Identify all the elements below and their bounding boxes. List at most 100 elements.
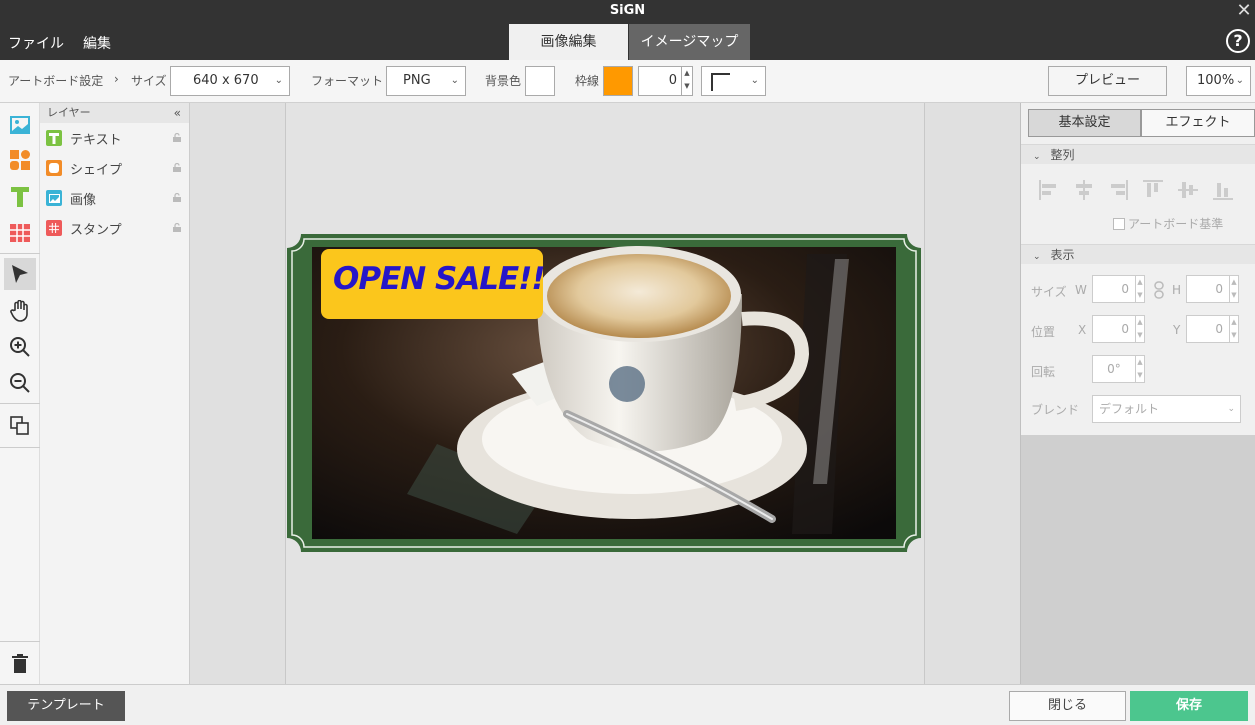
zoom-out-icon <box>10 373 30 393</box>
close-button[interactable]: 閉じる <box>1009 691 1126 721</box>
select-tool[interactable] <box>4 258 36 290</box>
width-input[interactable]: 0 <box>1092 275 1136 303</box>
align-right-icon[interactable] <box>1107 179 1129 201</box>
layer-label: 画像 <box>70 192 97 208</box>
chevron-down-icon: ⌄ <box>450 75 459 86</box>
tab-effects[interactable]: エフェクト <box>1141 109 1255 137</box>
rotate-spinner[interactable]: ▲ ▼ <box>1135 355 1145 383</box>
layers-title: レイヤー <box>47 106 91 119</box>
trash-icon <box>12 654 28 673</box>
height-spinner[interactable]: ▲ ▼ <box>1229 275 1239 303</box>
close-window-icon[interactable]: ✕ <box>1235 0 1253 22</box>
corner-style-icon <box>711 73 730 91</box>
lock-icon[interactable] <box>173 193 181 202</box>
tab-image-map[interactable]: イメージマップ <box>629 24 750 60</box>
layer-item-image[interactable]: 画像 <box>40 183 189 213</box>
x-input[interactable]: 0 <box>1092 315 1136 343</box>
size-value: 640 x 670 <box>193 73 259 88</box>
zoom-value: 100% <box>1197 73 1235 88</box>
x-spinner[interactable]: ▲ ▼ <box>1135 315 1145 343</box>
text-layer-icon <box>46 130 62 146</box>
layer-item-shape[interactable]: シェイプ <box>40 153 189 183</box>
x-label: X <box>1078 323 1087 337</box>
shape-tool[interactable] <box>4 144 36 176</box>
menu-file[interactable]: ファイル <box>8 33 64 53</box>
bg-color-swatch[interactable] <box>525 66 555 96</box>
properties-content: 基本設定 エフェクト ⌄ 整列 アートボード基準 ⌄ 表示 サイズ W 0 ▲ ▼ H… <box>1021 103 1255 435</box>
menu-bar: ファイル 編集 画像編集 イメージマップ ? <box>0 24 1255 60</box>
arrange-icon <box>10 416 29 435</box>
align-left-icon[interactable] <box>1038 179 1060 201</box>
blend-select[interactable]: デフォルト ⌄ <box>1092 395 1241 423</box>
chevron-down-icon: ⌄ <box>1235 75 1244 86</box>
chevron-down-icon: ⌄ <box>750 75 759 86</box>
canvas-area[interactable]: OPEN SALE!! <box>190 103 1020 684</box>
menu-edit[interactable]: 編集 <box>83 33 111 53</box>
help-icon[interactable]: ? <box>1226 29 1250 53</box>
format-select[interactable]: PNG ⌄ <box>386 66 466 96</box>
divider <box>0 641 40 642</box>
tab-image-edit[interactable]: 画像編集 <box>509 24 628 60</box>
lock-icon[interactable] <box>173 163 181 172</box>
lock-icon[interactable] <box>173 223 181 232</box>
border-width-input[interactable]: 0 <box>638 66 682 96</box>
chevron-down-icon: ⌄ <box>1033 152 1041 162</box>
banner-text[interactable]: OPEN SALE!! <box>333 261 546 297</box>
layer-item-text[interactable]: テキスト <box>40 123 189 153</box>
size-select[interactable]: 640 x 670 ⌄ <box>170 66 290 96</box>
stamp-tool[interactable] <box>4 217 36 249</box>
shape-tool-icon <box>10 150 30 170</box>
text-tool[interactable] <box>4 181 36 213</box>
y-spinner[interactable]: ▲ ▼ <box>1229 315 1239 343</box>
lock-icon[interactable] <box>173 133 181 142</box>
checkbox-box <box>1113 218 1125 230</box>
artboard-basis-checkbox[interactable]: アートボード基準 <box>1113 215 1223 232</box>
layers-panel: レイヤー « テキスト シェイプ 画像 スタンプ <box>40 103 190 684</box>
text-tool-icon <box>11 187 29 207</box>
select-arrow-icon <box>12 265 28 283</box>
arrange-tool[interactable] <box>4 410 36 442</box>
divider <box>0 403 40 404</box>
width-spinner[interactable]: ▲ ▼ <box>1135 275 1145 303</box>
image-tool[interactable] <box>4 109 36 141</box>
delete-tool[interactable] <box>4 648 36 680</box>
hand-icon <box>10 300 28 322</box>
image-tool-icon <box>10 116 30 134</box>
chevron-down-icon: ⌄ <box>1033 252 1041 262</box>
layer-item-stamp[interactable]: スタンプ <box>40 213 189 243</box>
toolbar: アートボード設定 › サイズ 640 x 670 ⌄ フォーマット PNG ⌄ … <box>0 60 1255 103</box>
w-label: W <box>1075 283 1087 297</box>
y-input[interactable]: 0 <box>1186 315 1230 343</box>
rotate-row-label: 回転 <box>1031 365 1056 379</box>
app-title: SiGN <box>609 3 646 18</box>
border-width-spinner[interactable]: ▲ ▼ <box>681 66 693 96</box>
divider <box>0 253 40 254</box>
preview-button[interactable]: プレビュー <box>1048 66 1167 96</box>
link-chain-icon[interactable] <box>1154 281 1164 299</box>
template-button[interactable]: テンプレート <box>7 691 125 721</box>
align-section-header[interactable]: ⌄ 整列 <box>1021 144 1255 164</box>
tab-basic-settings[interactable]: 基本設定 <box>1028 109 1141 137</box>
blend-value: デフォルト <box>1099 402 1160 416</box>
zoom-in-tool[interactable] <box>4 331 36 363</box>
align-center-h-icon[interactable] <box>1073 179 1095 201</box>
title-bar: SiGN ✕ <box>0 0 1255 24</box>
zoom-select[interactable]: 100% ⌄ <box>1186 66 1251 96</box>
save-button[interactable]: 保存 <box>1130 691 1248 721</box>
align-bottom-icon[interactable] <box>1212 179 1234 201</box>
zoom-out-tool[interactable] <box>4 367 36 399</box>
image-layer-icon <box>46 190 62 206</box>
display-section-header[interactable]: ⌄ 表示 <box>1021 244 1255 264</box>
align-title: 整列 <box>1050 148 1075 162</box>
align-middle-v-icon[interactable] <box>1177 179 1199 201</box>
blend-row-label: ブレンド <box>1031 403 1080 417</box>
height-input[interactable]: 0 <box>1186 275 1230 303</box>
border-color-swatch[interactable] <box>603 66 633 96</box>
align-top-icon[interactable] <box>1142 179 1164 201</box>
collapse-panel-icon[interactable]: « <box>174 103 181 123</box>
format-value: PNG <box>403 73 431 88</box>
hand-tool[interactable] <box>4 295 36 327</box>
rotate-input[interactable]: 0° <box>1092 355 1136 383</box>
border-style-select[interactable]: ⌄ <box>701 66 766 96</box>
breadcrumb-arrow: › <box>114 72 119 86</box>
